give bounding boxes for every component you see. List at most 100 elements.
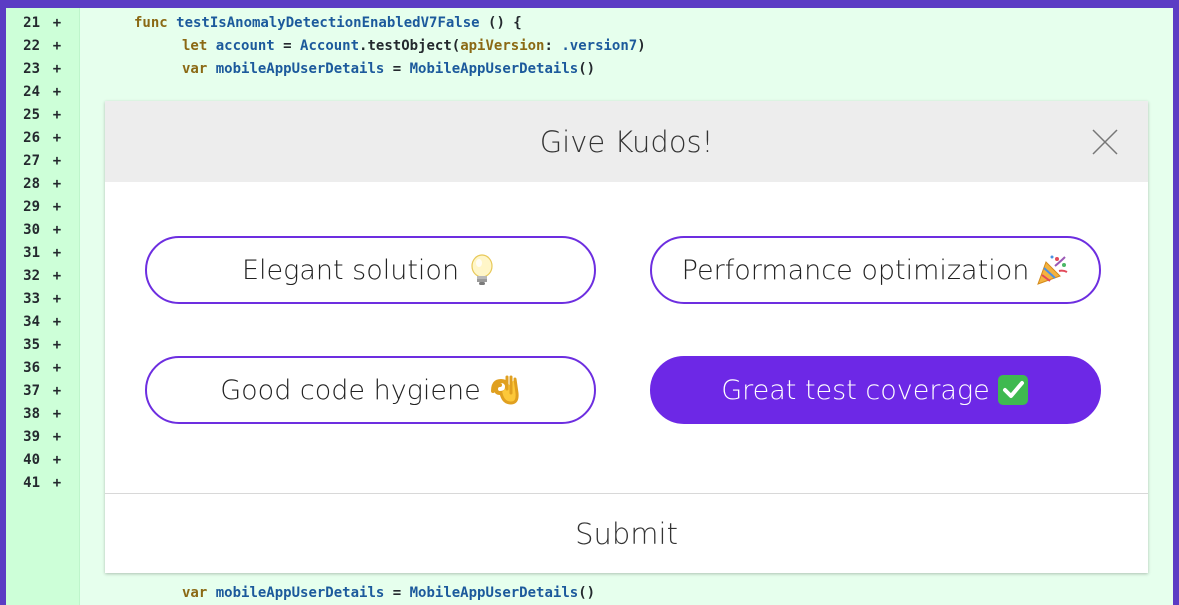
line-number: 21 bbox=[23, 15, 40, 31]
diff-line: 22 + bbox=[6, 35, 68, 58]
code-line: var mobileAppUserDetails = MobileAppUser… bbox=[182, 582, 595, 605]
diff-line: 34 + bbox=[6, 311, 68, 334]
added-marker: + bbox=[52, 130, 62, 146]
code-text: () bbox=[578, 61, 596, 77]
parameter-name: apiVersion bbox=[460, 38, 545, 54]
line-number: 24 bbox=[23, 84, 40, 100]
kudos-option-label: Elegant solution bbox=[241, 254, 460, 286]
keyword: var bbox=[182, 61, 208, 77]
code-text: = bbox=[384, 61, 410, 77]
added-marker: + bbox=[52, 222, 62, 238]
line-number: 29 bbox=[23, 199, 40, 215]
line-number: 25 bbox=[23, 107, 40, 123]
diff-line: 33 + bbox=[6, 288, 68, 311]
modal-title: Give Kudos! bbox=[539, 124, 714, 159]
line-number: 34 bbox=[23, 314, 40, 330]
code-text: () { bbox=[479, 15, 522, 31]
diff-line: 36 + bbox=[6, 357, 68, 380]
added-marker: + bbox=[52, 153, 62, 169]
diff-line: 23 + bbox=[6, 58, 68, 81]
keyword: let bbox=[182, 38, 208, 54]
added-marker: + bbox=[52, 360, 62, 376]
diff-line: 29 + bbox=[6, 196, 68, 219]
kudos-option-label: Great test coverage bbox=[721, 374, 990, 406]
added-marker: + bbox=[52, 314, 62, 330]
added-marker: + bbox=[52, 406, 62, 422]
diff-line: 25 + bbox=[6, 104, 68, 127]
added-marker: + bbox=[52, 429, 62, 445]
code-text: () bbox=[578, 585, 596, 601]
diff-line: 30 + bbox=[6, 219, 68, 242]
close-button[interactable] bbox=[1090, 127, 1120, 157]
added-marker: + bbox=[52, 337, 62, 353]
diff-line: 24 + bbox=[6, 81, 68, 104]
line-number: 39 bbox=[23, 429, 40, 445]
diff-line: 21 + bbox=[6, 12, 68, 35]
added-marker: + bbox=[52, 107, 62, 123]
line-number: 38 bbox=[23, 406, 40, 422]
lightbulb-icon bbox=[471, 254, 493, 285]
code-line: func testIsAnomalyDetectionEnabledV7Fals… bbox=[134, 12, 522, 35]
diff-line: 35 + bbox=[6, 334, 68, 357]
added-marker: + bbox=[52, 61, 62, 77]
check-mark-icon bbox=[997, 375, 1028, 405]
submit-label: Submit bbox=[575, 516, 678, 551]
added-marker: + bbox=[52, 15, 62, 31]
diff-line: 41 + bbox=[6, 472, 68, 495]
line-number: 26 bbox=[23, 130, 40, 146]
line-number: 41 bbox=[23, 475, 40, 491]
kudos-option-performance-optimization[interactable]: Performance optimization bbox=[650, 236, 1101, 304]
diff-line: 27 + bbox=[6, 150, 68, 173]
give-kudos-modal: Give Kudos! Elegant solution Performance… bbox=[105, 101, 1148, 573]
added-marker: + bbox=[52, 245, 62, 261]
code-text: = bbox=[384, 585, 410, 601]
close-icon bbox=[1092, 129, 1118, 155]
line-number: 30 bbox=[23, 222, 40, 238]
added-marker: + bbox=[52, 268, 62, 284]
added-marker: + bbox=[52, 475, 62, 491]
line-number: 40 bbox=[23, 452, 40, 468]
kudos-option-label: Performance optimization bbox=[681, 254, 1030, 286]
submit-button[interactable]: Submit bbox=[105, 494, 1148, 573]
line-number: 27 bbox=[23, 153, 40, 169]
diff-line: 40 + bbox=[6, 449, 68, 472]
kudos-option-great-test-coverage[interactable]: Great test coverage bbox=[650, 356, 1101, 424]
diff-line: 39 + bbox=[6, 426, 68, 449]
added-marker: + bbox=[52, 383, 62, 399]
kudos-option-label: Good code hygiene bbox=[220, 374, 481, 406]
type-name: MobileAppUserDetails bbox=[409, 585, 579, 601]
diff-line: 26 + bbox=[6, 127, 68, 150]
function-name: testIsAnomalyDetectionEnabledV7False bbox=[167, 15, 480, 31]
code-text: : bbox=[544, 38, 562, 54]
variable-name: mobileAppUserDetails bbox=[207, 585, 385, 601]
diff-line: 31 + bbox=[6, 242, 68, 265]
added-marker: + bbox=[52, 291, 62, 307]
modal-header: Give Kudos! bbox=[105, 101, 1148, 182]
line-number: 35 bbox=[23, 337, 40, 353]
line-number: 32 bbox=[23, 268, 40, 284]
kudos-option-elegant-solution[interactable]: Elegant solution bbox=[145, 236, 596, 304]
code-line: var mobileAppUserDetails = MobileAppUser… bbox=[182, 58, 595, 81]
code-line: let account = Account.testObject(apiVers… bbox=[182, 35, 646, 58]
code-text: = bbox=[274, 38, 301, 54]
type-name: Account bbox=[300, 38, 360, 54]
line-number: 23 bbox=[23, 61, 40, 77]
added-marker: + bbox=[52, 199, 62, 215]
ok-hand-icon bbox=[490, 375, 519, 405]
added-marker: + bbox=[52, 84, 62, 100]
variable-name: account bbox=[207, 38, 275, 54]
enum-value: .version7 bbox=[561, 38, 638, 54]
line-number: 28 bbox=[23, 176, 40, 192]
diff-line: 37 + bbox=[6, 380, 68, 403]
kudos-option-good-code-hygiene[interactable]: Good code hygiene bbox=[145, 356, 596, 424]
variable-name: mobileAppUserDetails bbox=[207, 61, 385, 77]
added-marker: + bbox=[52, 38, 62, 54]
diff-line: 38 + bbox=[6, 403, 68, 426]
added-marker: + bbox=[52, 452, 62, 468]
code-text: ) bbox=[637, 38, 646, 54]
party-popper-icon bbox=[1037, 255, 1068, 285]
line-number: 36 bbox=[23, 360, 40, 376]
line-number: 33 bbox=[23, 291, 40, 307]
keyword: var bbox=[182, 585, 208, 601]
added-marker: + bbox=[52, 176, 62, 192]
